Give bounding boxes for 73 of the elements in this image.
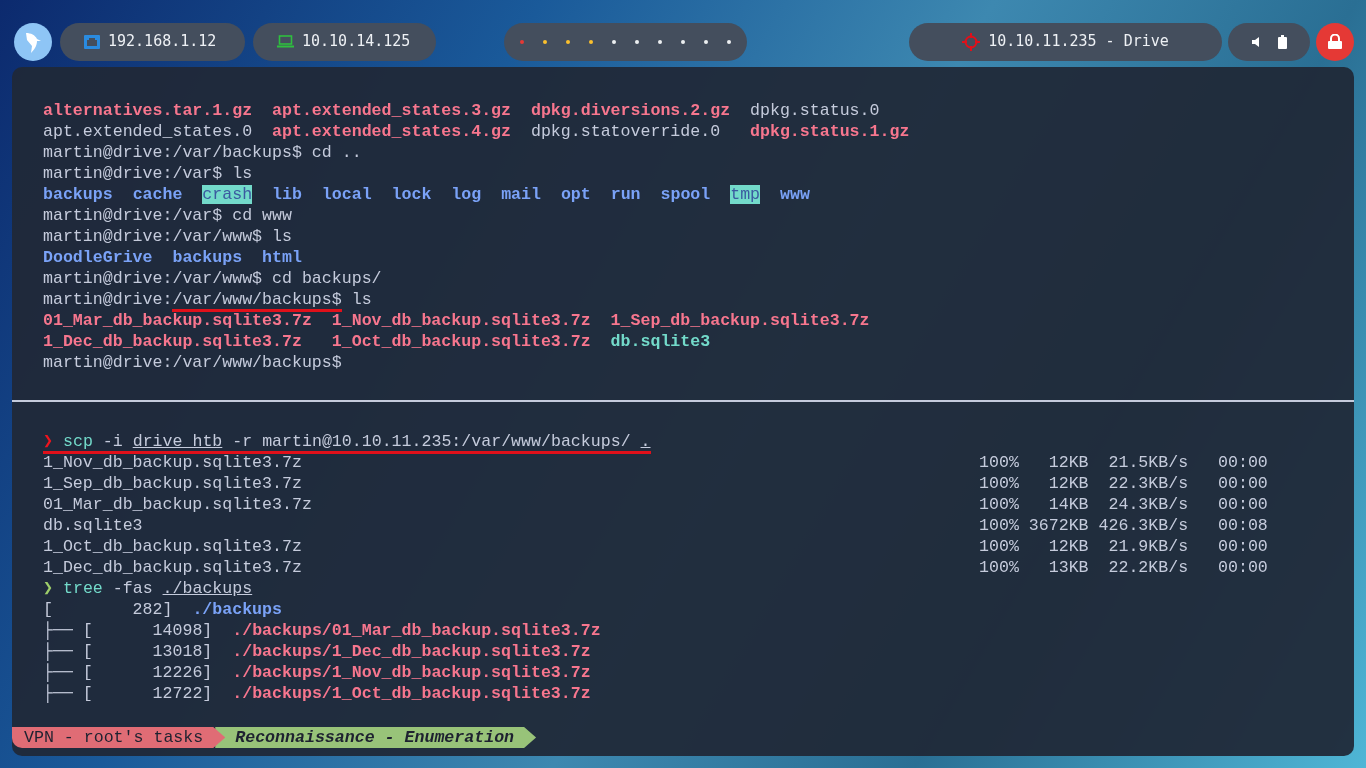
- transfer-percent: 100%: [979, 494, 1019, 515]
- transfer-time: 00:00: [1217, 494, 1268, 515]
- workspace-dot[interactable]: [520, 39, 524, 44]
- speaker-icon[interactable]: [1251, 36, 1262, 47]
- padlock-icon: [1328, 34, 1342, 49]
- transfer-time: 00:08: [1217, 515, 1268, 536]
- file-name: 1_Dec_db_backup.sqlite3.7z: [43, 557, 303, 578]
- terminal-line: [ 282] ./backups: [43, 599, 283, 620]
- transfer-time: 00:00: [1217, 473, 1268, 494]
- workspace-dot[interactable]: [543, 39, 547, 44]
- terminal-line: martin@drive:/var/www/backups$ ls: [43, 289, 1354, 310]
- transfer-percent: 100%: [979, 452, 1019, 473]
- target-label: 10.10.11.235 - Drive: [988, 31, 1169, 53]
- file-name: 01_Mar_db_backup.sqlite3.7z: [43, 494, 313, 515]
- terminal-line: martin@drive:/var/www$ ls: [43, 226, 293, 247]
- terminal-line: martin@drive:/var/www$ cd backups/: [43, 268, 383, 289]
- ip-address: 192.168.1.12: [108, 31, 217, 53]
- transfer-percent: 100%: [979, 536, 1019, 557]
- terminal-line: apt.extended_states.0 apt.extended_states.4.gz dpkg.statoverride.0 dpkg.status.1.gz: [43, 121, 911, 142]
- transfer-size: 14KB: [1047, 494, 1089, 515]
- transfer-size: 13KB: [1047, 557, 1089, 578]
- crosshair-icon: [962, 32, 981, 51]
- workspace-dot[interactable]: [589, 39, 593, 44]
- transfer-percent: 100%: [979, 473, 1019, 494]
- laptop-icon: [277, 35, 294, 48]
- workspace-dot[interactable]: [704, 39, 708, 44]
- transfer-rate: 22.2KB/s: [1107, 557, 1189, 578]
- transfer-percent: 100%: [979, 557, 1019, 578]
- file-name: 1_Sep_db_backup.sqlite3.7z: [43, 473, 303, 494]
- terminal-line: ├── [ 12722] ./backups/1_Oct_db_backup.sqlite3.7z: [43, 683, 592, 704]
- battery-icon[interactable]: [1277, 34, 1287, 49]
- workspace-dot[interactable]: [566, 39, 570, 44]
- transfer-rate: 24.3KB/s: [1107, 494, 1189, 515]
- command-line: ❯ scp -i drive_htb -r martin@10.10.11.235:/var/www/backups/ .: [43, 431, 1354, 452]
- terminal-line: ├── [ 13018] ./backups/1_Dec_db_backup.sqlite3.7z: [43, 641, 592, 662]
- transfer-rate: 21.9KB/s: [1107, 536, 1189, 557]
- terminal-line: ├── [ 14098] ./backups/01_Mar_db_backup.sqlite3.7z: [43, 620, 602, 641]
- status-segment: VPN - root's tasks: [12, 727, 226, 748]
- terminal-line: martin@drive:/var$ ls: [43, 163, 254, 184]
- terminal-line: backups cache crash lib local lock log mail opt run spool tmp www: [43, 184, 811, 205]
- file-name: 1_Oct_db_backup.sqlite3.7z: [43, 536, 303, 557]
- terminal-line: DoodleGrive backups html: [43, 247, 303, 268]
- terminal-line: ├── [ 12226] ./backups/1_Nov_db_backup.sqlite3.7z: [43, 662, 592, 683]
- terminal-line: martin@drive:/var/backups$ cd ..: [43, 142, 363, 163]
- workspace-dot[interactable]: [635, 39, 639, 44]
- file-name: db.sqlite3: [43, 515, 144, 536]
- transfer-percent: 100%: [979, 515, 1019, 536]
- terminal-line: alternatives.tar.1.gz apt.extended_states.3.gz dpkg.diversions.2.gz dpkg.status.0: [43, 100, 881, 121]
- transfer-size: 12KB: [1047, 473, 1089, 494]
- transfer-time: 00:00: [1217, 536, 1268, 557]
- transfer-size: 3672KB: [1027, 515, 1089, 536]
- ip-address: 10.10.14.125: [302, 31, 411, 53]
- transfer-size: 12KB: [1047, 452, 1089, 473]
- transfer-time: 00:00: [1217, 452, 1268, 473]
- lock-button[interactable]: [1316, 22, 1354, 61]
- workspace-dot[interactable]: [681, 39, 685, 44]
- status-segment: Reconnaissance - Enumeration: [215, 727, 537, 748]
- transfer-rate: 21.5KB/s: [1107, 452, 1189, 473]
- transfer-rate: 22.3KB/s: [1107, 473, 1189, 494]
- workspace-dot[interactable]: [658, 39, 662, 44]
- terminal-line: martin@drive:/var/www/backups$: [43, 352, 343, 373]
- command-line: ❯ tree -fas ./backups: [43, 578, 254, 599]
- terminal-line: martin@drive:/var$ cd www: [43, 205, 293, 226]
- terminal-line: 01_Mar_db_backup.sqlite3.7z 1_Nov_db_backup.sqlite3.7z 1_Sep_db_backup.sqlite3.7z: [43, 310, 871, 331]
- file-name: 1_Nov_db_backup.sqlite3.7z: [43, 452, 303, 473]
- transfer-size: 12KB: [1047, 536, 1089, 557]
- terminal-line: 1_Dec_db_backup.sqlite3.7z 1_Oct_db_backup.sqlite3.7z db.sqlite3: [43, 331, 712, 352]
- workspace-dot[interactable]: [727, 39, 731, 44]
- workspace-dot[interactable]: [612, 39, 616, 44]
- launcher-button[interactable]: [14, 22, 52, 61]
- ethernet-icon: [84, 34, 100, 49]
- transfer-rate: 426.3KB/s: [1097, 515, 1189, 536]
- transfer-time: 00:00: [1217, 557, 1268, 578]
